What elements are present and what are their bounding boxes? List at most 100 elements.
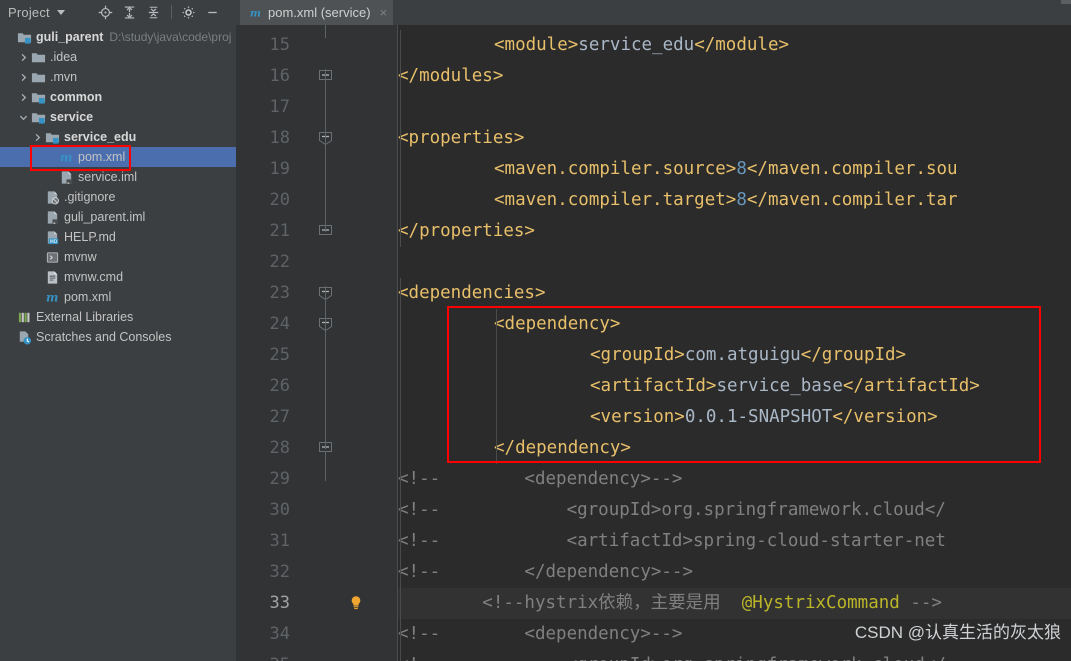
code-line[interactable]: 20 <maven.compiler.target>8</maven.compil… bbox=[236, 185, 1071, 216]
idea-window: Project guli_parent D:\study\java\code\p… bbox=[0, 0, 1071, 661]
tree-item[interactable]: .mvn bbox=[0, 67, 236, 87]
tree-item[interactable]: service_edu bbox=[0, 127, 236, 147]
code-text: <!-- <groupId>org.springframework.cloud<… bbox=[398, 650, 946, 661]
tree-item-label: Scratches and Consoles bbox=[36, 330, 172, 344]
line-number: 23 bbox=[269, 283, 290, 303]
tree-item[interactable]: mvnw bbox=[0, 247, 236, 267]
editor-tabbar: m pom.xml (service) × bbox=[236, 0, 1071, 27]
script-icon bbox=[44, 249, 60, 265]
code-token: </maven.compiler.sou bbox=[746, 159, 958, 179]
tree-item[interactable]: MD HELP.md bbox=[0, 227, 236, 247]
vertical-scrollbar-thumb[interactable] bbox=[1061, 0, 1071, 4]
project-panel-title[interactable]: Project bbox=[8, 5, 50, 20]
fold-connector bbox=[325, 69, 326, 232]
tree-item-label: External Libraries bbox=[36, 310, 134, 324]
code-line[interactable]: 23 <dependencies> bbox=[236, 278, 1071, 309]
tree-item[interactable]: guli_parent D:\study\java\code\proj bbox=[0, 27, 236, 47]
code-canvas[interactable]: 15 <module>service_edu</module> 16 </module… bbox=[236, 25, 1071, 661]
chevron-right-icon[interactable] bbox=[18, 92, 29, 103]
project-sidebar: Project guli_parent D:\study\java\code\p… bbox=[0, 0, 236, 661]
tree-item[interactable]: guli_parent.iml bbox=[0, 207, 236, 227]
code-line[interactable]: 19 <maven.compiler.source>8</maven.compil… bbox=[236, 154, 1071, 185]
code-lines: 15 <module>service_edu</module> 16 </module… bbox=[236, 25, 1071, 661]
code-line[interactable]: 25 <groupId>com.atguigu</groupId> bbox=[236, 340, 1071, 371]
project-tree[interactable]: guli_parent D:\study\java\code\proj .idea.… bbox=[0, 24, 236, 661]
code-line[interactable]: 28 </dependency> bbox=[236, 433, 1071, 464]
tree-item[interactable]: .gitignore bbox=[0, 187, 236, 207]
code-line[interactable]: 21 </properties> bbox=[236, 216, 1071, 247]
project-path: D:\study\java\code\proj bbox=[109, 30, 232, 44]
code-line[interactable]: 17 bbox=[236, 92, 1071, 123]
code-token: <!-- <groupId>org.springframework.cloud<… bbox=[398, 500, 946, 520]
line-number: 21 bbox=[269, 221, 290, 241]
project-toolbar: Project bbox=[0, 0, 236, 24]
line-number: 30 bbox=[269, 500, 290, 520]
chevron-down-icon[interactable] bbox=[56, 9, 65, 15]
code-token: com.atguigu bbox=[684, 345, 801, 365]
code-line[interactable]: 35 <!-- <groupId>org.springframework.clou… bbox=[236, 650, 1071, 661]
tree-item[interactable]: m pom.xml bbox=[0, 287, 236, 307]
code-line[interactable]: 24 <dependency> bbox=[236, 309, 1071, 340]
minimize-icon[interactable] bbox=[202, 1, 224, 23]
line-number: 25 bbox=[269, 345, 290, 365]
close-icon[interactable]: × bbox=[380, 5, 388, 20]
tree-item[interactable]: common bbox=[0, 87, 236, 107]
code-line[interactable]: 31 <!-- <artifactId>spring-cloud-starter-… bbox=[236, 526, 1071, 557]
code-line[interactable]: 26 <artifactId>service_base</artifactId> bbox=[236, 371, 1071, 402]
code-token: </properties> bbox=[398, 221, 535, 241]
code-token: <!--hystrix依赖，主要是用 bbox=[398, 593, 742, 613]
tab-pom-xml-service[interactable]: m pom.xml (service) × bbox=[240, 0, 394, 27]
code-line[interactable]: 30 <!-- <groupId>org.springframework.clou… bbox=[236, 495, 1071, 526]
code-line[interactable]: 29 <!-- <dependency>--> bbox=[236, 464, 1071, 495]
markdown-icon: MD bbox=[44, 229, 60, 245]
tree-item-selected[interactable]: m pom.xml bbox=[0, 147, 236, 167]
tree-item[interactable]: Scratches and Consoles bbox=[0, 327, 236, 347]
code-line[interactable]: 18 <properties> bbox=[236, 123, 1071, 154]
indent-guide bbox=[400, 278, 401, 661]
code-token: <!-- </dependency>--> bbox=[398, 562, 694, 582]
code-token: </groupId> bbox=[800, 345, 907, 365]
code-line[interactable]: 32 <!-- </dependency>--> bbox=[236, 557, 1071, 588]
code-line[interactable]: 22 bbox=[236, 247, 1071, 278]
settings-gear-icon[interactable] bbox=[178, 1, 200, 23]
code-token: service_base bbox=[716, 376, 843, 396]
code-line[interactable]: 15 <module>service_edu</module> bbox=[236, 30, 1071, 61]
chevron-right-icon[interactable] bbox=[18, 72, 29, 83]
code-line[interactable]: 16 </modules> bbox=[236, 61, 1071, 92]
tree-item-label: pom.xml bbox=[64, 290, 112, 304]
chevron-right-icon[interactable] bbox=[18, 52, 29, 63]
tree-item[interactable]: .idea bbox=[0, 47, 236, 67]
code-token: <properties> bbox=[398, 128, 525, 148]
code-token: <dependency> bbox=[494, 314, 621, 334]
code-text: <!-- <groupId>org.springframework.cloud<… bbox=[398, 495, 946, 526]
code-text: <groupId>com.atguigu</groupId> bbox=[590, 340, 906, 371]
tree-item[interactable]: mvnw.cmd bbox=[0, 267, 236, 287]
scratches-icon bbox=[16, 329, 32, 345]
tree-item[interactable]: service bbox=[0, 107, 236, 127]
chevron-down-icon[interactable] bbox=[18, 112, 29, 123]
svg-text:m: m bbox=[45, 290, 57, 304]
tab-label: pom.xml (service) bbox=[268, 5, 371, 20]
code-token: <maven.compiler.target> bbox=[494, 190, 737, 210]
code-text: </properties> bbox=[398, 216, 535, 247]
code-token: --> bbox=[899, 593, 942, 613]
code-text: <dependency> bbox=[494, 309, 620, 340]
collapse-all-icon[interactable] bbox=[143, 1, 165, 23]
intention-bulb-icon[interactable] bbox=[349, 595, 363, 611]
line-number: 33 bbox=[269, 593, 290, 613]
tree-item[interactable]: service.iml bbox=[0, 167, 236, 187]
chevron-right-icon[interactable] bbox=[32, 132, 43, 143]
expand-all-icon[interactable] bbox=[119, 1, 141, 23]
locate-icon[interactable] bbox=[95, 1, 117, 23]
line-number: 18 bbox=[269, 128, 290, 148]
module-folder-icon bbox=[44, 129, 60, 145]
line-number: 27 bbox=[269, 407, 290, 427]
tree-item-label: .idea bbox=[50, 50, 78, 64]
tree-item-label: service_edu bbox=[64, 130, 137, 144]
indent-guide bbox=[496, 309, 497, 464]
code-line[interactable]: 27 <version>0.0.1-SNAPSHOT</version> bbox=[236, 402, 1071, 433]
tree-item[interactable]: External Libraries bbox=[0, 307, 236, 327]
